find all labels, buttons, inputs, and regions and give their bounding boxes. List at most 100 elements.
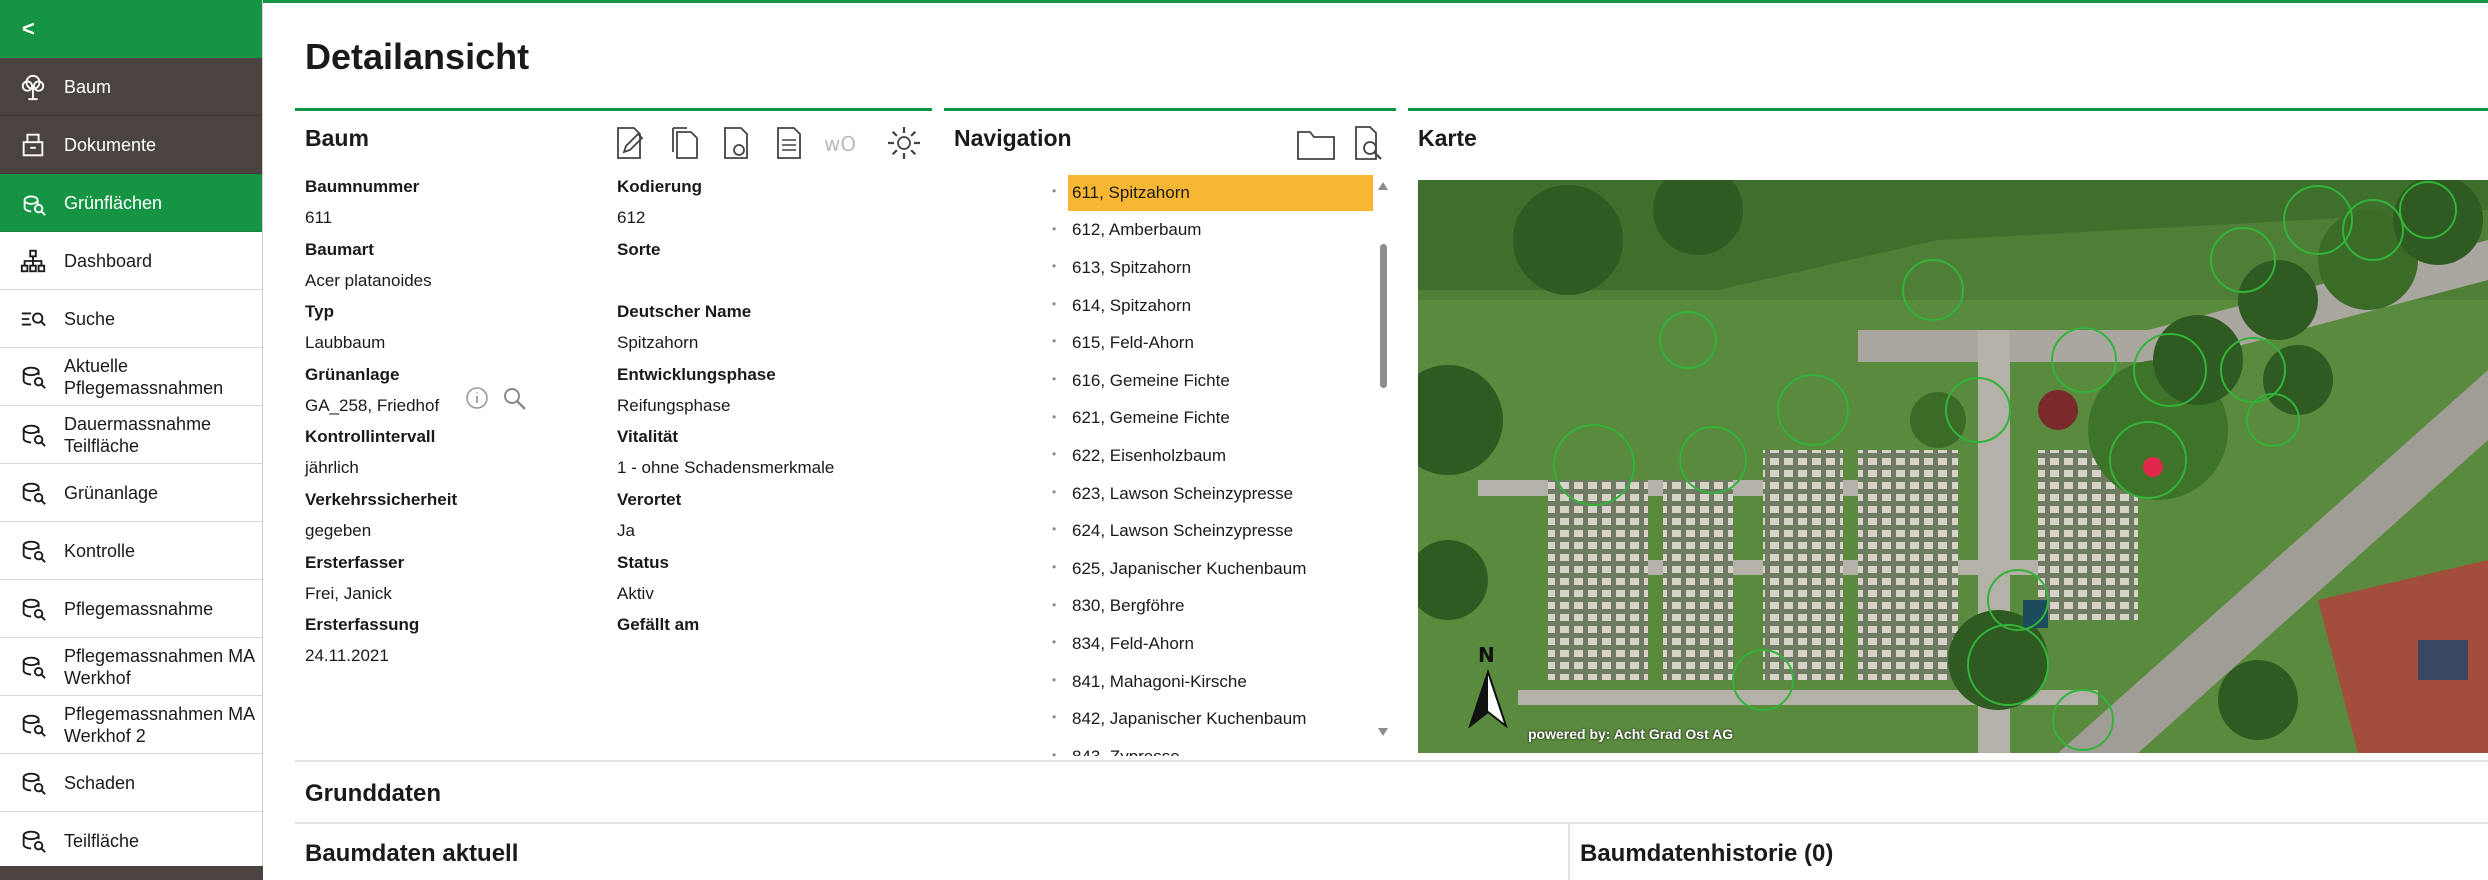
field-ersterfassung: Ersterfassung 24.11.2021 [305,615,419,666]
navigation-bullet: • [1052,372,1057,386]
field-status: Status Aktiv [617,553,669,604]
search-icon[interactable] [502,386,528,412]
gear-icon[interactable] [885,124,923,162]
grunddaten-title[interactable]: Grunddaten [305,780,441,808]
navigation-item[interactable]: 623, Lawson Scheinzypresse [1068,475,1373,513]
sidebar-item-label: Pflegemassnahmen MA Werkhof [64,645,255,688]
edit-document-icon[interactable] [610,124,648,162]
field-verkehrssicherheit: Verkehrssicherheit gegeben [305,490,457,541]
sidebar-item-pflegemassnahmen-ma-werkhof-2[interactable]: Pflegemassnahmen MA Werkhof 2 [0,696,262,754]
navigation-list[interactable]: 611, Spitzahorn 612, Amberbaum 613, Spitza… [1068,174,1373,756]
field-label: Ersterfasser [305,552,405,572]
navigation-scrollbar[interactable] [1374,176,1392,742]
grunddaten-divider [295,760,2488,762]
field-value: Aktiv [617,583,654,603]
field-label: Ersterfassung [305,615,420,635]
navigation-bullet: • [1052,635,1057,650]
field-typ: Typ Laubbaum [305,302,385,353]
navigation-item[interactable]: 830, Bergföhre [1068,588,1373,626]
folder-icon[interactable] [1296,126,1336,162]
navigation-item-label: 612, Amberbaum [1072,220,1202,240]
database-search-icon [18,536,48,566]
navigation-item[interactable]: 611, Spitzahorn [1068,174,1373,212]
navigation-item-label: 614, Spitzahorn [1072,295,1192,315]
navigation-item[interactable]: 841, Mahagoni-Kirsche [1068,663,1373,701]
navigation-item[interactable]: 843, Zypresse [1068,738,1373,756]
svg-text:wO: wO [824,132,856,156]
page-title: Detailansicht [305,36,530,77]
sidebar-item-dashboard[interactable]: Dashboard [0,232,262,290]
info-icon[interactable] [465,386,489,410]
field-kontrollintervall: Kontrollintervall jährlich [305,427,435,478]
document-search-icon[interactable] [1350,124,1386,162]
copy-icon[interactable] [665,124,703,162]
field-label: Baumart [305,239,374,259]
field-value: jährlich [305,458,359,478]
dashboard-icon [18,246,48,276]
navigation-item[interactable]: 622, Eisenholzbaum [1068,437,1373,475]
sidebar-item-dauermassnahme-teilfläche[interactable]: Dauermassnahme Teilfläche [0,406,262,464]
navigation-item[interactable]: 624, Lawson Scheinzypresse [1068,512,1373,550]
search-list-icon [18,304,48,334]
navigation-item-label: 834, Feld-Ahorn [1072,633,1194,653]
field-deutscher-name: Deutscher Name Spitzahorn [617,302,751,353]
database-search-icon [18,826,48,856]
sidebar-item-label: Schaden [64,772,136,793]
navigation-item[interactable]: 834, Feld-Ahorn [1068,625,1373,663]
sidebar-item-pflegemassnahmen-ma-werkhof[interactable]: Pflegemassnahmen MA Werkhof [0,638,262,696]
navigation-item-label: 611, Spitzahorn [1068,174,1373,211]
navigation-item[interactable]: 615, Feld-Ahorn [1068,324,1373,362]
navigation-item-label: 843, Zypresse [1068,739,1373,756]
baumdaten-aktuell-title[interactable]: Baumdaten aktuell [305,840,518,868]
sidebar-item-dokumente[interactable]: Dokumente [0,116,262,174]
field-verortet: Verortet Ja [617,490,681,541]
back-button[interactable]: < [0,0,262,58]
sidebar: < Baum Dokumente Grünflächen Dashboard Suche… [0,0,263,880]
sidebar-item-suche[interactable]: Suche [0,290,262,348]
field-value: Reifungsphase [617,395,731,415]
navigation-bullet: • [1052,409,1057,424]
field-label: Sorte [617,239,661,259]
report-icon[interactable] [770,124,808,162]
map-attribution: powered by: Acht Grad Ost AG [1528,726,1734,742]
sidebar-item-label: Dauermassnahme Teilfläche [64,413,212,456]
navigation-item[interactable]: 612, Amberbaum [1068,212,1373,250]
baumdatenhistorie-title[interactable]: Baumdatenhistorie (0) [1580,840,1833,868]
sidebar-item-label: Dashboard [64,250,153,271]
navigation-panel-title: Navigation [954,125,1072,151]
sidebar-item-aktuelle-pflegemassnahmen[interactable]: Aktuelle Pflegemassnahmen [0,348,262,406]
navigation-item-label: 621, Gemeine Fichte [1072,408,1230,428]
map-view[interactable]: N powered by: Acht Grad Ost AG [1418,180,2488,753]
database-search-icon [18,710,48,740]
navigation-bullet: • [1052,334,1057,349]
navigation-item[interactable]: 842, Japanischer Kuchenbaum [1068,700,1373,738]
navigation-item[interactable]: 621, Gemeine Fichte [1068,400,1373,438]
sidebar-item-teilfläche[interactable]: Teilfläche [0,812,262,870]
navigation-item[interactable]: 614, Spitzahorn [1068,287,1373,325]
navigation-bullet: • [1052,597,1057,612]
section-separator [1568,824,1570,880]
field-value: Acer platanoides [305,270,432,290]
documents-icon [18,130,48,160]
navigation-bullet: • [1052,184,1057,198]
sidebar-item-grünanlage[interactable]: Grünanlage [0,464,262,522]
sidebar-item-schaden[interactable]: Schaden [0,754,262,812]
navigation-bullet: • [1052,259,1057,274]
field-ersterfasser: Ersterfasser Frei, Janick [305,553,404,604]
database-search-icon [18,420,48,450]
navigation-item-label: 613, Spitzahorn [1072,257,1192,277]
field-label: Baumnummer [305,177,420,196]
database-search-icon [18,362,48,392]
sidebar-item-baum[interactable]: Baum [0,58,262,116]
navigation-item[interactable]: 625, Japanischer Kuchenbaum [1068,550,1373,588]
navigation-item[interactable]: 616, Gemeine Fichte [1068,362,1373,400]
sidebar-item-pflegemassnahme[interactable]: Pflegemassnahme [0,580,262,638]
field-label: Kontrollintervall [305,427,436,447]
navigation-item[interactable]: 613, Spitzahorn [1068,249,1373,287]
database-search-icon [18,594,48,624]
baumdaten-divider [295,822,2488,824]
baum-panel-title: Baum [305,125,369,151]
sidebar-item-grünflächen[interactable]: Grünflächen [0,174,262,232]
document-settings-icon[interactable] [717,124,755,162]
sidebar-item-kontrolle[interactable]: Kontrolle [0,522,262,580]
